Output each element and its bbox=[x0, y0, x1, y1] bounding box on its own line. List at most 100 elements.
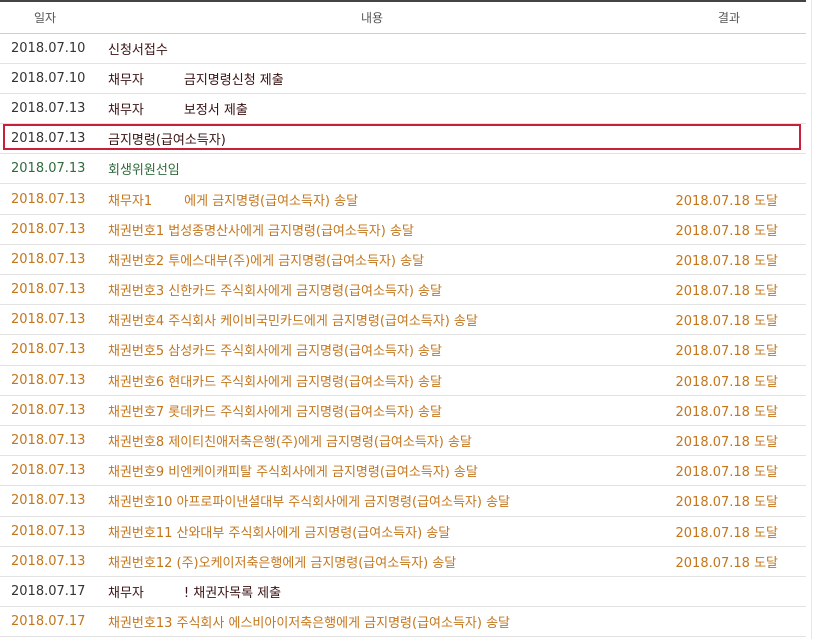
row-result bbox=[646, 153, 806, 185]
row-content: 채권번호12 (주)오케이저축은행에게 금지명령(급여소득자) 송달 bbox=[98, 546, 646, 577]
table-body: 2018.07.10 신청서접수 2018.07.10 채무자 금지명령신청 제출 201… bbox=[0, 33, 806, 638]
table-row: 2018.07.13 채권번호8 제이티친애저축은행(주)에게 금지명령(급여소득… bbox=[0, 425, 806, 457]
row-text: 채권번호1 법성종명산사에게 금지명령(급여소득자) 송달 bbox=[108, 223, 414, 239]
row-result bbox=[646, 93, 806, 125]
table-row: 2018.07.13 채권번호5 삼성카드 주식회사에게 금지명령(급여소득자) … bbox=[0, 334, 806, 366]
row-text: 채권번호11 산와대부 주식회사에게 금지명령(급여소득자) 송달 bbox=[108, 525, 451, 541]
row-date: 2018.07.13 bbox=[0, 244, 98, 276]
row-text: 채권번호9 비엔케이캐피탈 주식회사에게 금지명령(급여소득자) 송달 bbox=[108, 465, 478, 481]
row-result: 2018.07.18 도달 bbox=[646, 395, 806, 426]
row-date: 2018.07.13 bbox=[0, 123, 98, 155]
row-date: 2018.07.13 bbox=[0, 365, 98, 396]
row-result bbox=[646, 63, 806, 94]
header-content: 내용 bbox=[98, 0, 646, 34]
table-row: 2018.07.13 채권번호3 신한카드 주식회사에게 금지명령(급여소득자) … bbox=[0, 274, 806, 306]
row-content: 신청서접수 bbox=[98, 33, 646, 64]
row-result bbox=[646, 606, 806, 638]
row-content: 채권번호8 제이티친애저축은행(주)에게 금지명령(급여소득자) 송달 bbox=[98, 425, 646, 457]
row-text: 채권번호12 (주)오케이저축은행에게 금지명령(급여소득자) 송달 bbox=[108, 555, 457, 571]
scrollbar-track[interactable] bbox=[811, 0, 820, 639]
row-content: 채권번호5 삼성카드 주식회사에게 금지명령(급여소득자) 송달 bbox=[98, 334, 646, 366]
row-result bbox=[646, 33, 806, 64]
table-row: 2018.07.13 채권번호4 주식회사 케이비국민카드에게 금지명령(급여소득… bbox=[0, 304, 806, 336]
row-content: 채무자 금지명령신청 제출 bbox=[98, 63, 646, 94]
row-result: 2018.07.18 도달 bbox=[646, 304, 806, 336]
table-row: 2018.07.13 채무자 보정서 제출 bbox=[0, 93, 806, 125]
row-date: 2018.07.13 bbox=[0, 485, 98, 517]
row-text: 금지명령신청 제출 bbox=[183, 72, 284, 88]
row-date: 2018.07.13 bbox=[0, 153, 98, 185]
row-result: 2018.07.18 도달 bbox=[646, 516, 806, 547]
row-content: 채무자1 에게 금지명령(급여소득자) 송달 bbox=[98, 183, 646, 215]
row-content: 금지명령(급여소득자) bbox=[98, 123, 646, 155]
header-result: 결과 bbox=[646, 0, 806, 34]
row-text: 채권번호8 제이티친애저축은행(주)에게 금지명령(급여소득자) 송달 bbox=[108, 435, 472, 451]
row-result: 2018.07.18 도달 bbox=[646, 334, 806, 366]
table-row: 2018.07.13 채권번호11 산와대부 주식회사에게 금지명령(급여소득자)… bbox=[0, 516, 806, 547]
row-date: 2018.07.13 bbox=[0, 546, 98, 577]
row-text: 금지명령(급여소득자) bbox=[108, 133, 226, 149]
row-date: 2018.07.13 bbox=[0, 455, 98, 487]
row-content: 채권번호2 투에스대부(주)에게 금지명령(급여소득자) 송달 bbox=[98, 244, 646, 276]
case-progress-table: 일자 내용 결과 2018.07.10 신청서접수 2018.07.10 채무자 금지명… bbox=[0, 0, 806, 638]
row-text: 채권번호13 주식회사 에스비아이저축은행에게 금지명령(급여소득자) 송달 bbox=[108, 616, 511, 632]
row-text: 채권번호3 신한카드 주식회사에게 금지명령(급여소득자) 송달 bbox=[108, 284, 442, 300]
table-row: 2018.07.10 채무자 금지명령신청 제출 bbox=[0, 63, 806, 94]
row-content: 채무자 ! 채권자목록 제출 bbox=[98, 576, 646, 608]
row-date: 2018.07.13 bbox=[0, 214, 98, 245]
row-content: 채권번호7 롯데카드 주식회사에게 금지명령(급여소득자) 송달 bbox=[98, 395, 646, 426]
row-text: 에게 금지명령(급여소득자) 송달 bbox=[184, 193, 359, 209]
row-actor: 채무자1 bbox=[108, 193, 153, 209]
row-text: 신청서접수 bbox=[108, 42, 168, 58]
row-text: 채권번호5 삼성카드 주식회사에게 금지명령(급여소득자) 송달 bbox=[108, 344, 442, 360]
row-text: 채권번호6 현대카드 주식회사에게 금지명령(급여소득자) 송달 bbox=[108, 374, 442, 390]
row-result: 2018.07.18 도달 bbox=[646, 365, 806, 396]
row-result bbox=[646, 576, 806, 608]
row-content: 채권번호13 주식회사 에스비아이저축은행에게 금지명령(급여소득자) 송달 bbox=[98, 606, 646, 638]
row-text: ! 채권자목록 제출 bbox=[183, 585, 282, 601]
row-text: 채권번호10 아프로파이낸셜대부 주식회사에게 금지명령(급여소득자) 송달 bbox=[108, 495, 511, 511]
row-actor: 채무자 bbox=[108, 102, 144, 118]
row-content: 채권번호10 아프로파이낸셜대부 주식회사에게 금지명령(급여소득자) 송달 bbox=[98, 485, 646, 517]
table-row: 2018.07.13 채무자1 에게 금지명령(급여소득자) 송달 2018.07.1… bbox=[0, 183, 806, 215]
row-date: 2018.07.13 bbox=[0, 334, 98, 366]
row-text: 회생위원선임 bbox=[108, 163, 180, 179]
table-row: 2018.07.13 금지명령(급여소득자) bbox=[0, 123, 806, 155]
row-text: 채권번호7 롯데카드 주식회사에게 금지명령(급여소득자) 송달 bbox=[108, 404, 442, 420]
row-text: 보정서 제출 bbox=[183, 102, 248, 118]
row-date: 2018.07.10 bbox=[0, 33, 98, 64]
header-date: 일자 bbox=[0, 0, 98, 34]
table-header-row: 일자 내용 결과 bbox=[0, 0, 806, 34]
row-actor: 채무자 bbox=[108, 72, 144, 88]
row-text: 채권번호2 투에스대부(주)에게 금지명령(급여소득자) 송달 bbox=[108, 253, 425, 269]
case-history-panel: 일자 내용 결과 2018.07.10 신청서접수 2018.07.10 채무자 금지명… bbox=[0, 0, 820, 639]
row-text: 채권번호4 주식회사 케이비국민카드에게 금지명령(급여소득자) 송달 bbox=[108, 314, 478, 330]
table-row: 2018.07.13 채권번호2 투에스대부(주)에게 금지명령(급여소득자) 송… bbox=[0, 244, 806, 276]
row-result: 2018.07.18 도달 bbox=[646, 455, 806, 487]
row-date: 2018.07.13 bbox=[0, 516, 98, 547]
row-date: 2018.07.13 bbox=[0, 395, 98, 426]
table-row: 2018.07.13 채권번호6 현대카드 주식회사에게 금지명령(급여소득자) … bbox=[0, 365, 806, 396]
row-result: 2018.07.18 도달 bbox=[646, 485, 806, 517]
table-row: 2018.07.13 채권번호9 비엔케이캐피탈 주식회사에게 금지명령(급여소득… bbox=[0, 455, 806, 487]
table-row: 2018.07.13 채권번호7 롯데카드 주식회사에게 금지명령(급여소득자) … bbox=[0, 395, 806, 426]
row-result: 2018.07.18 도달 bbox=[646, 546, 806, 577]
row-content: 채권번호6 현대카드 주식회사에게 금지명령(급여소득자) 송달 bbox=[98, 365, 646, 396]
row-content: 채권번호3 신한카드 주식회사에게 금지명령(급여소득자) 송달 bbox=[98, 274, 646, 306]
row-result: 2018.07.18 도달 bbox=[646, 274, 806, 306]
row-date: 2018.07.17 bbox=[0, 576, 98, 608]
row-date: 2018.07.17 bbox=[0, 606, 98, 638]
row-actor: 채무자 bbox=[108, 585, 144, 601]
row-result: 2018.07.18 도달 bbox=[646, 244, 806, 276]
row-content: 채무자 보정서 제출 bbox=[98, 93, 646, 125]
row-result: 2018.07.18 도달 bbox=[646, 425, 806, 457]
table-row: 2018.07.17 채권번호13 주식회사 에스비아이저축은행에게 금지명령(급… bbox=[0, 606, 806, 638]
row-date: 2018.07.10 bbox=[0, 63, 98, 94]
row-content: 채권번호11 산와대부 주식회사에게 금지명령(급여소득자) 송달 bbox=[98, 516, 646, 547]
row-date: 2018.07.13 bbox=[0, 304, 98, 336]
table-row: 2018.07.13 채권번호1 법성종명산사에게 금지명령(급여소득자) 송달 2… bbox=[0, 214, 806, 245]
table-row: 2018.07.13 회생위원선임 bbox=[0, 153, 806, 185]
row-result bbox=[646, 123, 806, 155]
row-result: 2018.07.18 도달 bbox=[646, 183, 806, 215]
row-content: 회생위원선임 bbox=[98, 153, 646, 185]
